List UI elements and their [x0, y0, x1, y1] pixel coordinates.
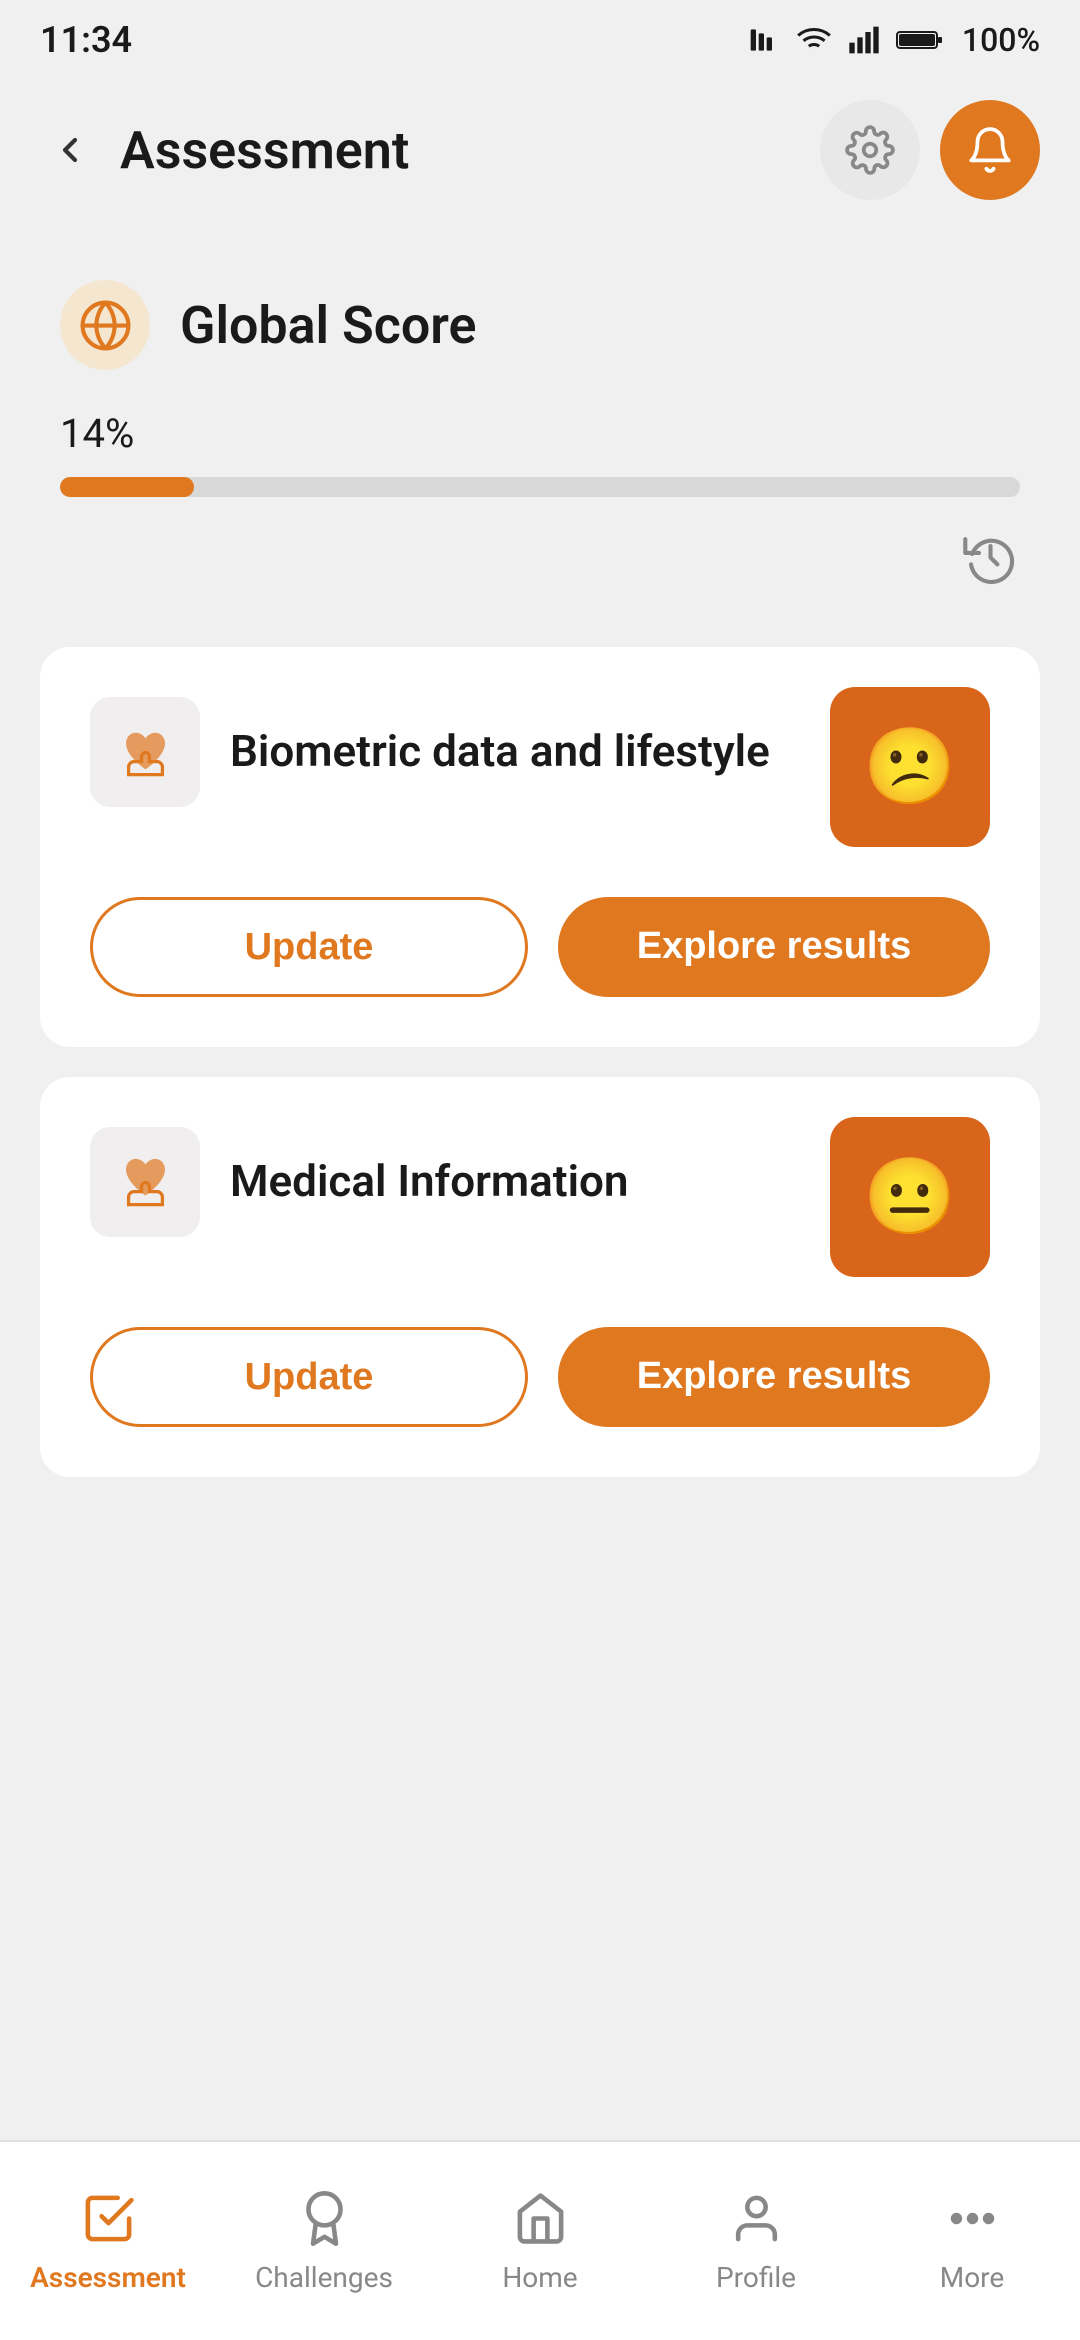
card-top-row-medical: Medical Information 😐 [90, 1127, 990, 1277]
global-score-section: Global Score 14% [0, 240, 1080, 627]
signal-icon [848, 24, 880, 56]
history-icon [963, 530, 1018, 585]
score-percent: 14% [60, 410, 1020, 457]
nav-challenges-label: Challenges [255, 2261, 393, 2294]
page-title: Assessment [120, 120, 409, 181]
nav-more[interactable]: More [864, 2169, 1080, 2314]
medical-card: Medical Information 😐 Update Explore res… [40, 1077, 1040, 1477]
settings-icon [845, 125, 895, 175]
medical-icon-bg [90, 1127, 200, 1237]
card-left: Biometric data and lifestyle [90, 697, 830, 807]
app-header: Assessment [0, 80, 1080, 220]
global-score-title: Global Score [180, 295, 477, 356]
medical-emoji-badge: 😐 [830, 1117, 990, 1277]
history-button[interactable] [960, 527, 1020, 587]
status-time: 11:34 [40, 19, 132, 61]
nav-home-icon [510, 2189, 570, 2249]
progress-bar-container [60, 477, 1020, 497]
biometric-explore-button[interactable]: Explore results [558, 897, 990, 997]
biometric-icon [113, 720, 178, 785]
nav-assessment[interactable]: Assessment [0, 2169, 216, 2314]
nav-assessment-icon [78, 2189, 138, 2249]
medical-icon [113, 1150, 178, 1215]
back-button[interactable] [40, 120, 100, 180]
medical-card-title: Medical Information [230, 1153, 628, 1210]
nav-profile-label: Profile [716, 2261, 796, 2294]
nav-challenges[interactable]: Challenges [216, 2169, 432, 2314]
card-left-medical: Medical Information [90, 1127, 830, 1237]
progress-bar-fill [60, 477, 194, 497]
history-icon-wrapper [60, 527, 1020, 587]
header-actions [820, 100, 1040, 200]
bell-icon [965, 125, 1015, 175]
card-top-row: Biometric data and lifestyle 😕 [90, 697, 990, 847]
nav-assessment-label: Assessment [30, 2261, 186, 2294]
medical-explore-button[interactable]: Explore results [558, 1327, 990, 1427]
nav-profile[interactable]: Profile [648, 2169, 864, 2314]
nav-home[interactable]: Home [432, 2169, 648, 2314]
status-bar: 11:34 100% [0, 0, 1080, 80]
biometric-card-title: Biometric data and lifestyle [230, 723, 770, 780]
biometric-emoji: 😕 [863, 723, 956, 811]
wifi-icon [796, 22, 832, 58]
globe-icon [78, 298, 133, 353]
bottom-navigation: Assessment Challenges Home Profi [0, 2140, 1080, 2340]
biometric-emoji-badge: 😕 [830, 687, 990, 847]
nav-home-label: Home [502, 2261, 577, 2294]
status-icons: 100% [748, 21, 1040, 59]
battery-icon [896, 25, 946, 55]
cards-section: Biometric data and lifestyle 😕 Update Ex… [0, 627, 1080, 1497]
nav-profile-icon [726, 2189, 786, 2249]
global-score-header: Global Score [60, 280, 1020, 370]
globe-icon-wrapper [60, 280, 150, 370]
sim-icon [748, 24, 780, 56]
nav-challenges-icon [294, 2189, 354, 2249]
biometric-icon-bg [90, 697, 200, 807]
notification-button[interactable] [940, 100, 1040, 200]
biometric-card-buttons: Update Explore results [90, 897, 990, 997]
settings-button[interactable] [820, 100, 920, 200]
medical-emoji: 😐 [863, 1153, 956, 1241]
battery-percent: 100% [962, 21, 1040, 59]
medical-update-button[interactable]: Update [90, 1327, 528, 1427]
nav-more-icon [942, 2189, 1002, 2249]
medical-card-buttons: Update Explore results [90, 1327, 990, 1427]
biometric-card: Biometric data and lifestyle 😕 Update Ex… [40, 647, 1040, 1047]
nav-more-label: More [940, 2261, 1005, 2294]
biometric-update-button[interactable]: Update [90, 897, 528, 997]
